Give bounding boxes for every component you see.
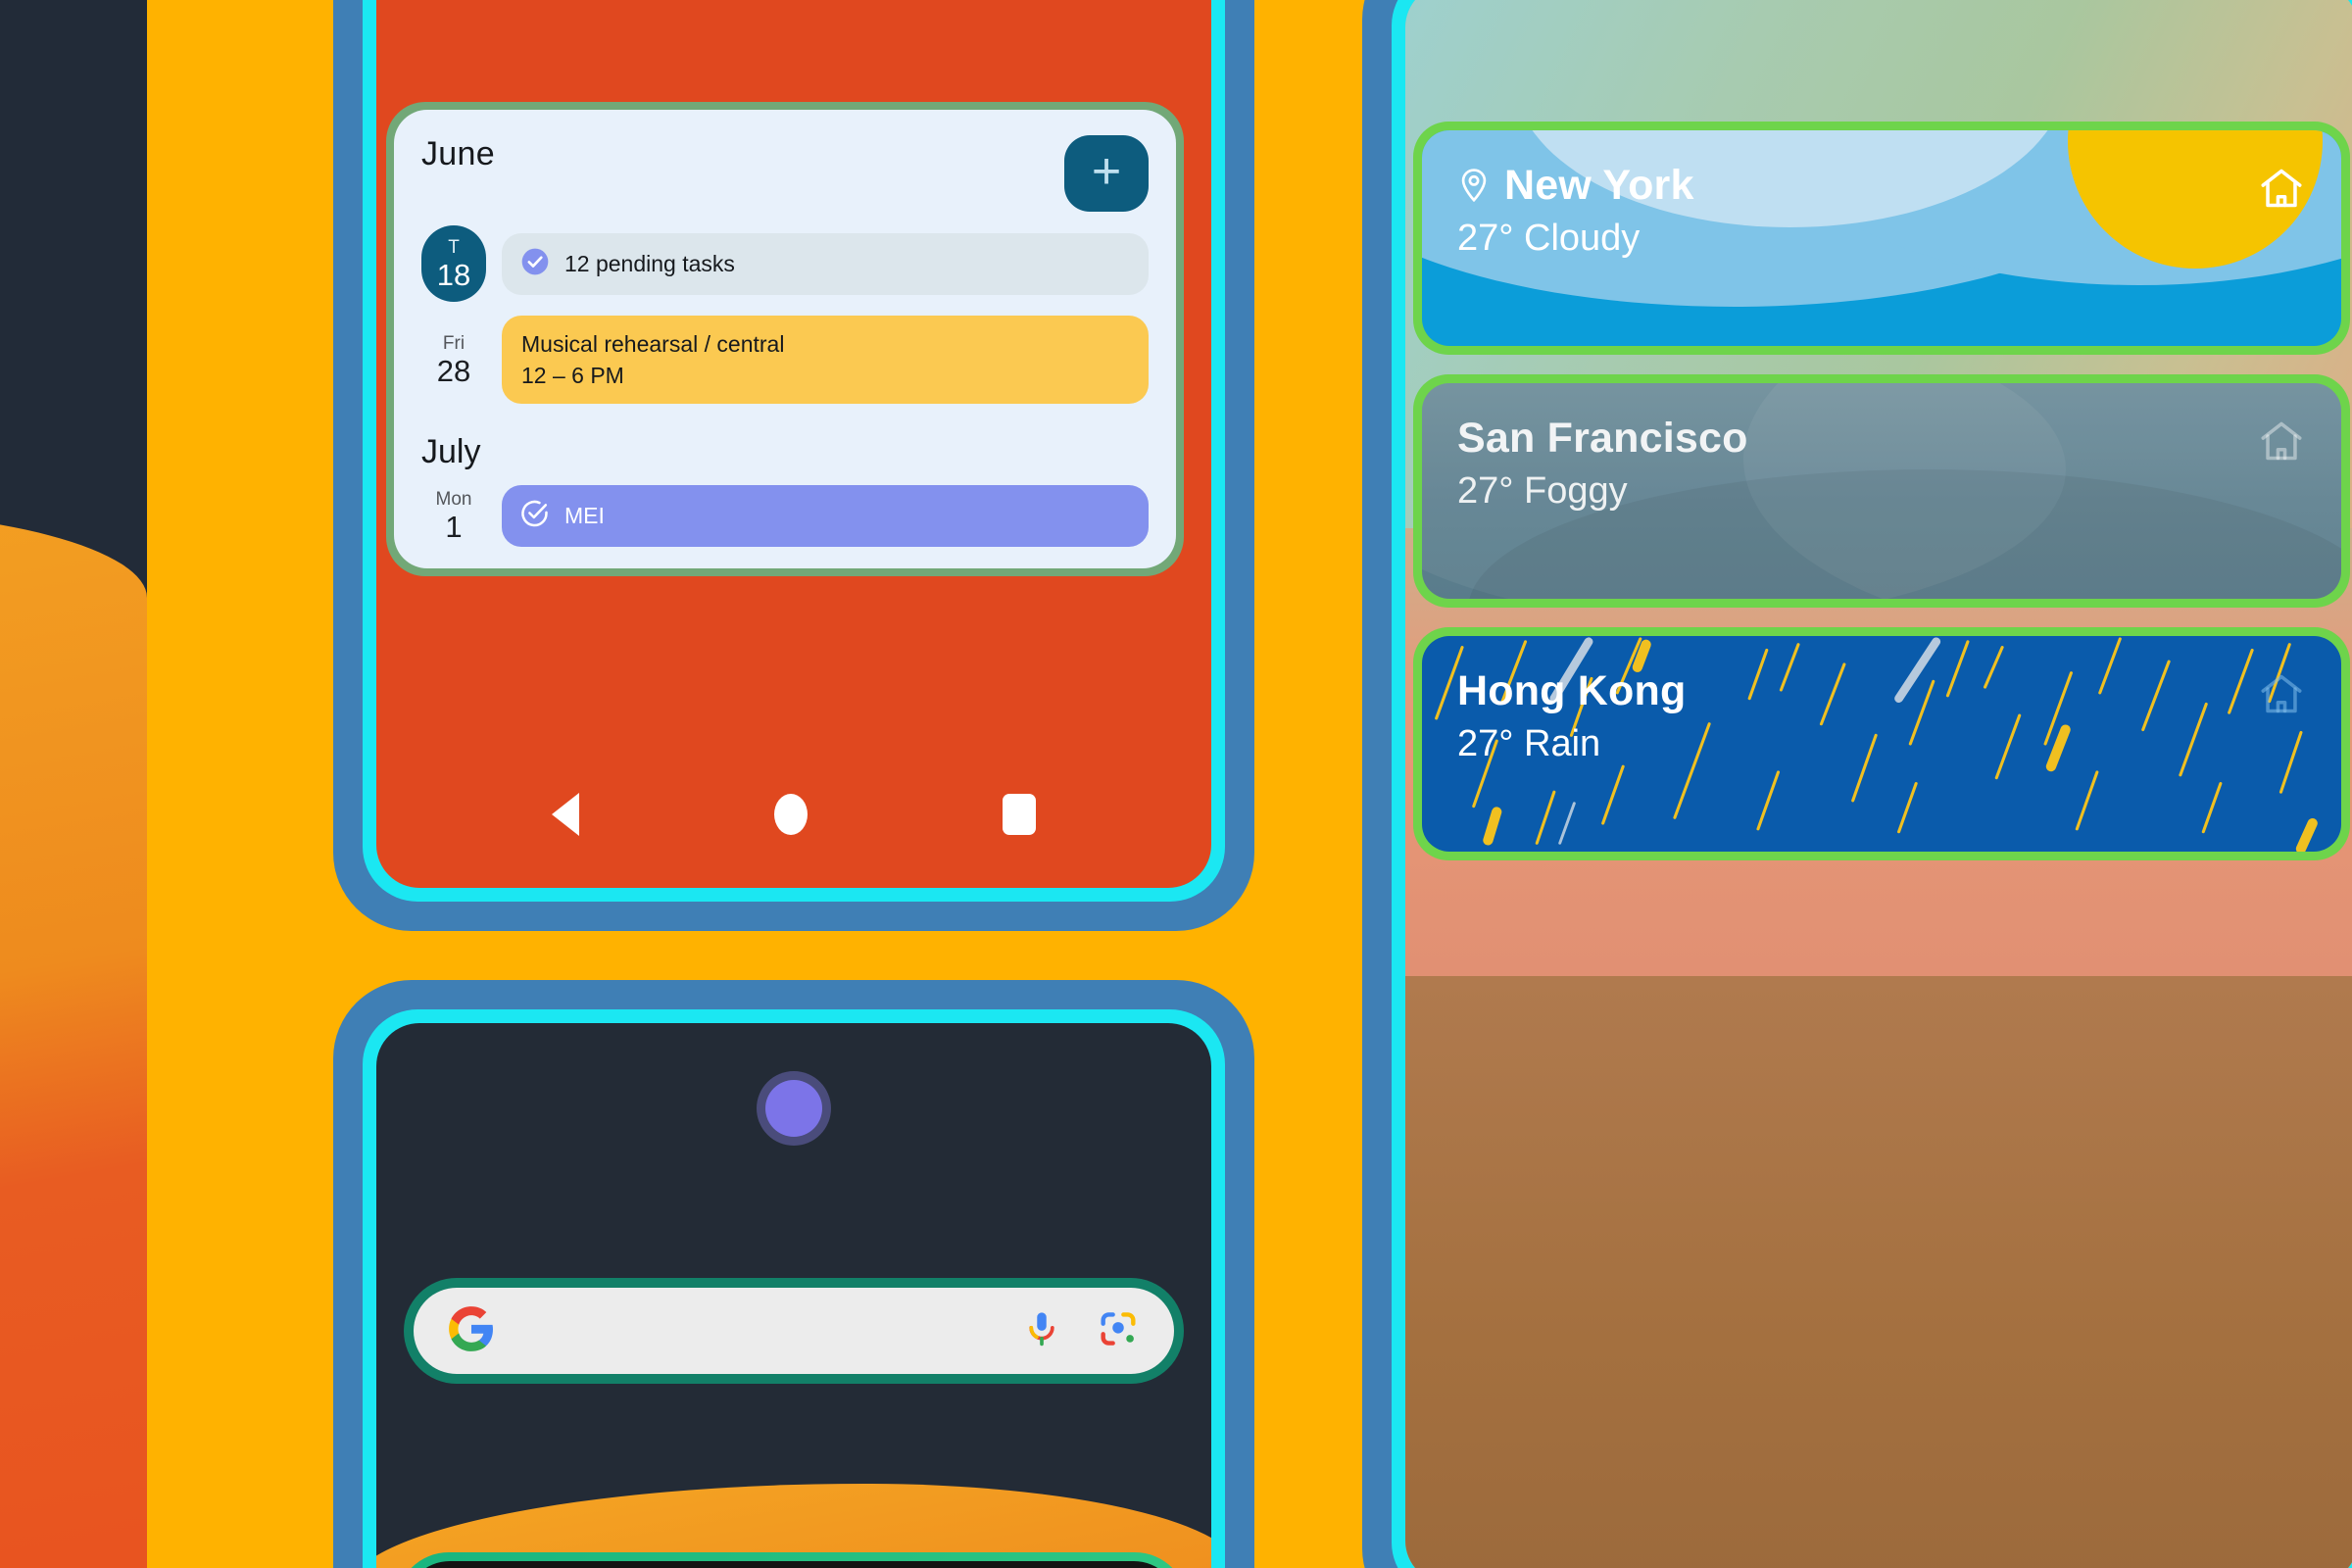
weather-wallpaper-ground bbox=[1405, 975, 2352, 1568]
google-mic-icon[interactable] bbox=[1021, 1308, 1062, 1354]
calendar-event-title: MEI bbox=[564, 503, 605, 528]
phone-calendar-device: June + T 18 12 pending tasks Fri 28 Musi… bbox=[333, 0, 1254, 931]
calendar-event-chip-tasks[interactable]: 12 pending tasks bbox=[502, 232, 1149, 295]
check-circle-icon bbox=[519, 498, 551, 534]
calendar-event-time: 12 – 6 PM bbox=[521, 363, 624, 388]
calendar-day-of-week: Mon bbox=[435, 489, 472, 510]
weather-card-highlight-new-york: New York 27° Cloudy bbox=[1413, 122, 2350, 355]
calendar-month-june: June bbox=[421, 135, 495, 172]
calendar-row[interactable]: Fri 28 Musical rehearsal / central 12 – … bbox=[421, 316, 1149, 404]
calendar-widget-highlight: June + T 18 12 pending tasks Fri 28 Musi… bbox=[386, 102, 1184, 576]
weather-card-text-new-york: New York 27° Cloudy bbox=[1457, 162, 1694, 260]
chatgpt-widget[interactable]: Message ChatGPT... bbox=[405, 1561, 1179, 1568]
chatgpt-widget-highlight: Message ChatGPT... bbox=[396, 1552, 1188, 1568]
phone-right-screen[interactable]: New York 27° Cloudy San Francisco 27° Fo… bbox=[1405, 0, 2352, 1568]
android-navigation-bar bbox=[376, 741, 1211, 888]
phone-weather-device: New York 27° Cloudy San Francisco 27° Fo… bbox=[1362, 0, 2352, 1568]
calendar-row[interactable]: Mon 1 MEI bbox=[421, 485, 1149, 547]
calendar-date-today: T 18 bbox=[421, 225, 486, 302]
home-icon[interactable] bbox=[2255, 416, 2308, 470]
weather-city-name: San Francisco bbox=[1457, 415, 1748, 462]
calendar-header: June + bbox=[421, 135, 1149, 212]
calendar-day-of-week: T bbox=[448, 236, 460, 258]
google-lens-icon[interactable] bbox=[1096, 1306, 1141, 1356]
calendar-day-number: 28 bbox=[436, 353, 471, 388]
calendar-event-chip-mei[interactable]: MEI bbox=[502, 485, 1149, 547]
recents-square-icon[interactable] bbox=[1002, 794, 1036, 835]
weather-card-new-york[interactable]: New York 27° Cloudy bbox=[1422, 130, 2341, 346]
calendar-date: Fri 28 bbox=[421, 333, 486, 387]
calendar-event-title: 12 pending tasks bbox=[564, 251, 735, 276]
calendar-row[interactable]: T 18 12 pending tasks bbox=[421, 225, 1149, 302]
weather-card-san-francisco[interactable]: San Francisco 27° Foggy bbox=[1422, 383, 2341, 599]
calendar-day-number: 1 bbox=[445, 510, 463, 544]
weather-card-highlight-hong-kong: Hong Kong 27° Rain bbox=[1413, 627, 2350, 860]
phone-top-glow-ring: June + T 18 12 pending tasks Fri 28 Musi… bbox=[363, 0, 1225, 902]
check-circle-icon bbox=[519, 246, 551, 282]
weather-card-hong-kong[interactable]: Hong Kong 27° Rain bbox=[1422, 636, 2341, 852]
weather-summary: 27° Rain bbox=[1457, 723, 1601, 764]
weather-card-text-hong-kong: Hong Kong 27° Rain bbox=[1457, 667, 1686, 765]
phone-top-screen[interactable]: June + T 18 12 pending tasks Fri 28 Musi… bbox=[376, 0, 1211, 888]
phone-bottom-screen[interactable]: Message ChatGPT... bbox=[376, 1023, 1211, 1568]
camera-punch-hole bbox=[765, 1080, 822, 1137]
home-icon[interactable] bbox=[2255, 164, 2308, 218]
home-pill-icon[interactable] bbox=[773, 794, 808, 835]
home-icon[interactable] bbox=[2255, 669, 2308, 723]
google-search-bar[interactable] bbox=[414, 1288, 1174, 1374]
calendar-day-number: 18 bbox=[436, 257, 471, 292]
calendar-event-chip-rehearsal[interactable]: Musical rehearsal / central 12 – 6 PM bbox=[502, 316, 1149, 404]
calendar-date: Mon 1 bbox=[421, 489, 486, 543]
weather-city-name: Hong Kong bbox=[1457, 667, 1687, 714]
location-pin-icon bbox=[1457, 167, 1491, 206]
google-search-highlight bbox=[404, 1278, 1184, 1384]
left-partial-phone: + bbox=[0, 0, 147, 1568]
left-phone-wallpaper-bottom bbox=[0, 510, 147, 1568]
back-triangle-icon[interactable] bbox=[552, 793, 580, 836]
phone-bottom-glow-ring: Message ChatGPT... bbox=[363, 1009, 1225, 1568]
phone-home-device: Message ChatGPT... bbox=[333, 980, 1254, 1568]
calendar-event-title: Musical rehearsal / central bbox=[521, 331, 785, 357]
phone-right-glow-ring: New York 27° Cloudy San Francisco 27° Fo… bbox=[1392, 0, 2352, 1568]
calendar-month-july: July bbox=[421, 433, 481, 470]
weather-summary: 27° Foggy bbox=[1457, 470, 1628, 512]
add-event-button[interactable]: + bbox=[1064, 135, 1149, 212]
google-g-icon bbox=[447, 1304, 496, 1358]
calendar-day-of-week: Fri bbox=[442, 332, 466, 354]
weather-summary: 27° Cloudy bbox=[1457, 218, 1641, 259]
weather-card-text-san-francisco: San Francisco 27° Foggy bbox=[1457, 415, 1748, 513]
calendar-widget[interactable]: June + T 18 12 pending tasks Fri 28 Musi… bbox=[394, 110, 1176, 568]
weather-card-highlight-san-francisco: San Francisco 27° Foggy bbox=[1413, 374, 2350, 608]
weather-city-name: New York bbox=[1504, 162, 1694, 209]
